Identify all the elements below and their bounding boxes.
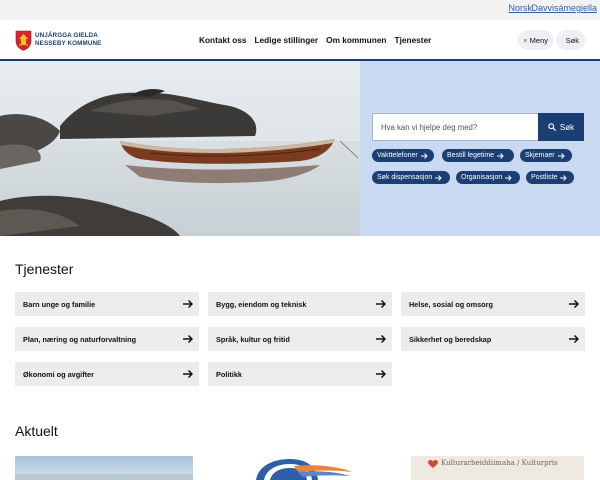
quick-link-vakttelefoner[interactable]: Vakttelefoner: [372, 149, 434, 162]
quick-link-organisasjon[interactable]: Organisasjon: [456, 171, 520, 184]
arrow-right-icon: [420, 152, 428, 159]
quick-link-skjemaer[interactable]: Skjemaer: [520, 149, 572, 162]
logo-name-sami: UNJÁRGGA GIELDA: [35, 32, 98, 39]
arrow-right-icon: [497, 152, 504, 159]
service-tile-label: Bygg, eiendom og teknisk: [216, 299, 307, 309]
service-tile-sprak-kultur-fritid[interactable]: Språk, kultur og fritid: [208, 327, 392, 351]
service-tile-politikk[interactable]: Politikk: [208, 362, 392, 386]
news-card-text: Kulturarbeiddiimaha / Kulturpris: [441, 459, 558, 467]
arrow-right-icon: [183, 300, 193, 308]
logo-text: UNJÁRGGA GIELDA NESSEBY KOMMUNE: [35, 32, 101, 48]
nav-om-kommunen[interactable]: Om kommunen: [326, 35, 386, 45]
news-card-image-2[interactable]: [208, 456, 392, 480]
news-heading: Aktuelt: [15, 423, 58, 439]
quick-link-label: Bestill legetime: [447, 152, 495, 159]
quick-link-postliste[interactable]: Postliste: [526, 171, 574, 184]
arrow-right-icon: [376, 300, 386, 308]
service-tile-okonomi-avgifter[interactable]: Økonomi og avgifter: [15, 362, 199, 386]
hero-image: [0, 61, 360, 236]
service-tile-label: Økonomi og avgifter: [23, 369, 94, 379]
search-submit-label: Søk: [559, 122, 575, 132]
quick-link-label: Postliste: [531, 174, 558, 181]
quick-link-bestill-legetime[interactable]: Bestill legetime: [442, 149, 514, 162]
service-tile-label: Politikk: [216, 369, 242, 379]
quick-link-label: Vakttelefoner: [377, 152, 418, 159]
menu-button-label: Meny: [529, 35, 548, 45]
header-search-label: Søk: [565, 35, 579, 45]
service-tile-label: Sikkerhet og beredskap: [409, 334, 492, 344]
arrow-right-icon: [505, 174, 512, 181]
service-tile-helse-sosial-omsorg[interactable]: Helse, sosial og omsorg: [401, 292, 585, 316]
arrow-right-icon: [183, 335, 193, 343]
search-submit-button[interactable]: Søk: [538, 113, 584, 141]
menu-button[interactable]: Meny: [518, 30, 554, 50]
quick-link-label: Organisasjon: [461, 174, 503, 181]
service-tile-label: Plan, næring og naturforvaltning: [23, 334, 137, 344]
header-search-button[interactable]: Søk: [556, 30, 585, 50]
hero-section: Hva kan vi hjelpe deg med? Søk Vakttelef…: [0, 61, 600, 236]
service-tile-label: Helse, sosial og omsorg: [409, 299, 493, 309]
site-header: UNJÁRGGA GIELDA NESSEBY KOMMUNE Kontakt …: [0, 20, 600, 61]
service-tile-barn-unge-familie[interactable]: Barn unge og familie: [15, 292, 199, 316]
search-panel: Hva kan vi hjelpe deg med? Søk Vakttelef…: [360, 61, 600, 236]
news-card-image-3[interactable]: Kulturarbeiddiimaha / Kulturpris: [411, 456, 584, 480]
main-navigation: Kontakt oss Ledige stillinger Om kommune…: [199, 35, 431, 45]
quick-link-label: Søk dispensasjon: [377, 174, 433, 181]
boat-photo: [0, 61, 360, 236]
service-tile-bygg-eiendom-teknisk[interactable]: Bygg, eiendom og teknisk: [208, 292, 392, 316]
language-link-norsk[interactable]: Norsk: [508, 3, 532, 13]
nav-ledige-stillinger[interactable]: Ledige stillinger: [254, 35, 318, 45]
search-input[interactable]: Hva kan vi hjelpe deg med?: [372, 113, 538, 141]
quick-link-sok-dispensasjon[interactable]: Søk dispensasjon: [372, 171, 450, 184]
site-logo[interactable]: UNJÁRGGA GIELDA NESSEBY KOMMUNE: [15, 28, 101, 52]
arrow-right-icon: [569, 300, 579, 308]
nav-kontakt-oss[interactable]: Kontakt oss: [199, 35, 246, 45]
news-photo-sky: [15, 456, 193, 480]
arrow-right-icon: [435, 174, 442, 181]
news-card-image-1[interactable]: [15, 456, 193, 480]
arrow-right-icon: [376, 335, 386, 343]
news-heart-icon: [428, 459, 438, 468]
arrow-right-icon: [569, 335, 579, 343]
arrow-right-icon: [560, 174, 568, 181]
hamburger-icon: [524, 38, 527, 42]
search-icon: [562, 39, 563, 41]
logo-name-norwegian: NESSEBY KOMMUNE: [35, 40, 102, 47]
language-bar: Norsk Davvisámegiella: [0, 0, 600, 20]
language-link-sami[interactable]: Davvisámegiella: [531, 3, 597, 13]
arrow-right-icon: [376, 370, 386, 378]
nav-tjenester[interactable]: Tjenester: [395, 35, 432, 45]
news-logo-graphic: [208, 456, 392, 480]
service-tile-plan-naering[interactable]: Plan, næring og naturforvaltning: [15, 327, 199, 351]
coat-of-arms-icon: [15, 30, 32, 51]
arrow-right-icon: [183, 370, 193, 378]
service-tile-label: Språk, kultur og fritid: [216, 334, 290, 344]
service-tile-label: Barn unge og familie: [23, 299, 96, 309]
search-icon: [548, 123, 556, 131]
service-tile-sikkerhet-beredskap[interactable]: Sikkerhet og beredskap: [401, 327, 585, 351]
arrow-right-icon: [557, 152, 565, 159]
quick-link-label: Skjemaer: [525, 152, 555, 159]
services-heading: Tjenester: [15, 261, 74, 277]
